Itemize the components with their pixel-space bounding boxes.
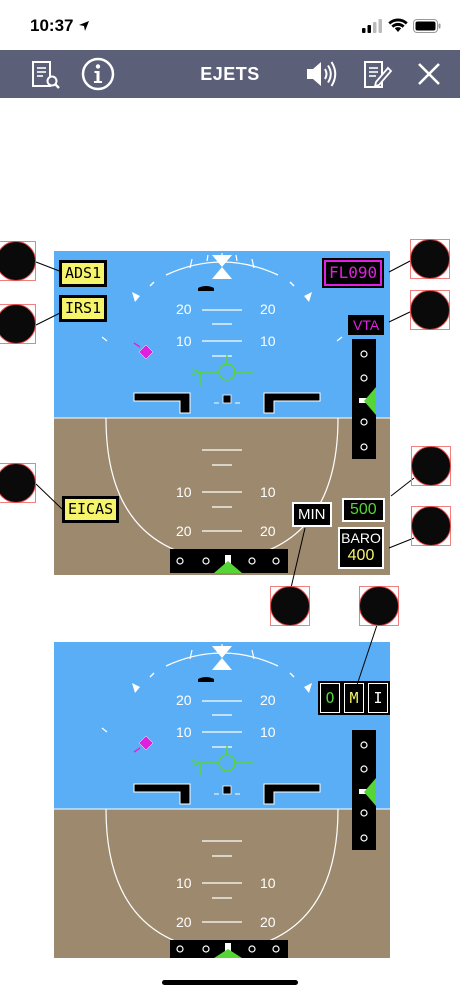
pitch-label-10-right-upper: 10 (260, 333, 276, 349)
mode-box-i[interactable]: I (366, 681, 390, 715)
pitch-label-20-left-upper: 20 (176, 301, 192, 317)
pfd-display-bottom: 20 20 10 10 10 10 20 20 O M I (54, 642, 390, 958)
flight-level-tag[interactable]: FL090 (321, 258, 385, 288)
radio-altitude-tag[interactable]: 500 (342, 498, 385, 522)
info-icon[interactable] (80, 56, 116, 92)
close-icon[interactable] (411, 56, 447, 92)
callout-vta[interactable] (410, 290, 450, 330)
eicas-tag[interactable]: EICAS (61, 496, 120, 523)
status-time: 10:37 (30, 16, 74, 35)
callout-mode-boxes[interactable] (359, 586, 399, 626)
pitch-label-10-left-upper: 10 (176, 724, 192, 740)
irs-source-tag[interactable]: IRS1 (58, 295, 108, 322)
baro-minimums-box[interactable]: BARO 400 (338, 527, 384, 569)
callout-baro[interactable] (411, 506, 451, 546)
battery-icon (413, 19, 441, 33)
pitch-label-10-right-upper: 10 (260, 724, 276, 740)
minimums-tag[interactable]: MIN (292, 502, 332, 527)
pitch-label-20-left-lower: 20 (176, 523, 192, 539)
mode-box-o[interactable]: O (318, 681, 342, 715)
pfd-display-top: 20 20 10 10 10 10 20 20 ADS1 IRS1 EICAS … (54, 251, 390, 575)
notes-edit-icon[interactable] (358, 56, 394, 92)
pitch-label-20-right-lower: 20 (260, 914, 276, 930)
speaker-icon[interactable] (303, 56, 339, 92)
app-screen: 10:37 EJETS 20 20 10 10 10 10 20 20 ADS1… (0, 0, 460, 996)
status-bar: 10:37 (0, 0, 460, 50)
pitch-label-10-right-lower: 10 (260, 875, 276, 891)
callout-minimums[interactable] (270, 586, 310, 626)
pitch-label-20-left-upper: 20 (176, 692, 192, 708)
pitch-label-20-right-upper: 20 (260, 692, 276, 708)
baro-value: 400 (347, 547, 375, 564)
pitch-label-20-right-upper: 20 (260, 301, 276, 317)
pitch-label-20-left-lower: 20 (176, 914, 192, 930)
pitch-label-10-left-lower: 10 (176, 875, 192, 891)
location-arrow-icon (79, 21, 89, 31)
document-search-icon[interactable] (26, 56, 62, 92)
cellular-signal-icon (362, 19, 382, 33)
nav-bar: EJETS (0, 50, 460, 98)
vta-tag[interactable]: VTA (348, 315, 385, 335)
pitch-label-10-right-lower: 10 (260, 484, 276, 500)
pitch-label-10-left-upper: 10 (176, 333, 192, 349)
wifi-icon (388, 18, 408, 32)
home-indicator[interactable] (162, 980, 298, 985)
pitch-label-20-right-lower: 20 (260, 523, 276, 539)
baro-label: BARO (341, 530, 381, 546)
callout-flight-level[interactable] (410, 239, 450, 279)
mode-box-m[interactable]: M (342, 681, 366, 715)
pitch-label-10-left-lower: 10 (176, 484, 192, 500)
callout-radio-altitude[interactable] (411, 446, 451, 486)
ads-source-tag[interactable]: ADS1 (58, 260, 108, 287)
